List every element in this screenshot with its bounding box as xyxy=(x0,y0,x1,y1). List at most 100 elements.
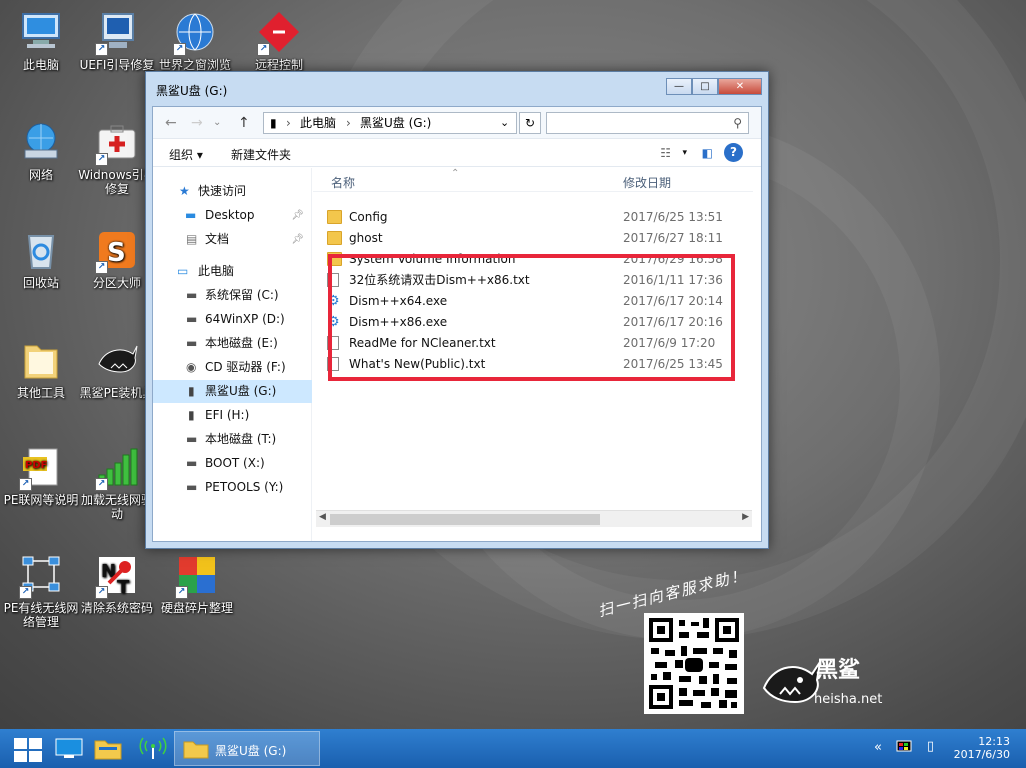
folder-icon xyxy=(327,210,342,224)
close-button[interactable]: ✕ xyxy=(718,78,762,95)
cd-drive-icon: ◉ xyxy=(186,360,197,374)
column-date[interactable]: 修改日期 xyxy=(623,174,671,191)
nav-drive[interactable]: ▬ PETOOLS (Y:) xyxy=(153,476,312,499)
wireless-button[interactable] xyxy=(138,737,168,761)
desktop-icon-clear-password[interactable]: NT ↗ 清除系统密码 xyxy=(76,553,158,615)
usb-drive-icon: ▮ xyxy=(188,384,195,398)
nav-drive[interactable]: ▬ BOOT (X:) xyxy=(153,452,312,475)
nav-drive[interactable]: ▬ 本地磁盘 (E:) xyxy=(153,332,312,355)
desktop-icon-browser[interactable]: ↗ 世界之窗浏览 xyxy=(154,10,236,72)
breadcrumb-current[interactable]: 黑鲨U盘 (G:) xyxy=(360,113,431,133)
view-options-icon[interactable]: ☷ xyxy=(660,146,671,160)
desktop-icon-this-pc[interactable]: 此电脑 xyxy=(0,10,82,72)
folder-icon xyxy=(327,231,342,245)
taskbar-explorer-window[interactable]: 黑鲨U盘 (G:) xyxy=(174,731,320,766)
signal-bars-icon: ↗ xyxy=(95,445,139,491)
shortcut-arrow-icon: ↗ xyxy=(19,478,32,491)
recycle-bin-icon xyxy=(19,228,63,272)
nav-drive-selected[interactable]: ▮ 黑鲨U盘 (G:) xyxy=(153,380,312,403)
brand-site: heisha.net xyxy=(814,692,883,707)
hard-drive-icon: ▬ xyxy=(186,288,198,302)
nav-drive[interactable]: ▬ 系统保留 (C:) xyxy=(153,284,312,307)
folder-icon xyxy=(183,741,209,759)
defrag-cubes-icon: ↗ xyxy=(175,553,219,599)
folder-icon xyxy=(94,740,122,760)
browser-globe-icon: ↗ xyxy=(173,10,217,56)
up-arrow-icon[interactable]: ↑ xyxy=(238,115,250,131)
first-aid-kit-icon: ↗ xyxy=(95,120,139,166)
organize-button[interactable]: 组织 ▾ xyxy=(169,146,203,163)
recent-dropdown-icon[interactable]: ⌄ xyxy=(213,117,221,128)
file-row[interactable]: Config 2017/6/25 13:51 xyxy=(327,207,747,228)
breadcrumb-separator-icon[interactable]: › xyxy=(346,113,351,133)
clock-date: 2017/6/30 xyxy=(953,748,1010,761)
desktop-icon-label: 网络 xyxy=(28,168,53,182)
desktop-icon-recycle-bin[interactable]: 回收站 xyxy=(0,228,82,290)
pin-icon[interactable]: 📌︎ xyxy=(291,228,304,251)
desktop-icon-other-tools[interactable]: 其他工具 xyxy=(0,338,82,400)
breadcrumb-separator-icon[interactable]: › xyxy=(286,113,291,133)
shortcut-arrow-icon: ↗ xyxy=(257,43,270,56)
search-input[interactable]: ⚲ xyxy=(546,112,749,134)
desktop-icon-defrag[interactable]: ↗ 硬盘碎片整理 xyxy=(156,553,238,615)
search-icon: ⚲ xyxy=(733,116,742,130)
show-desktop-button[interactable] xyxy=(54,737,84,759)
key-nt-icon: NT ↗ xyxy=(95,553,139,599)
horizontal-scrollbar[interactable]: ◀ ▶ xyxy=(316,510,752,527)
clock[interactable]: 12:13 2017/6/30 xyxy=(954,735,1010,761)
hard-drive-icon: ▬ xyxy=(186,480,198,494)
scroll-right-icon[interactable]: ▶ xyxy=(742,512,749,522)
desktop-icon-remote-control[interactable]: ↗ 远程控制 xyxy=(238,10,320,72)
desktop-icon-pe-network-manager[interactable]: ↗ PE有线无线网络管理 xyxy=(0,553,82,629)
desktop-icon-uefi-repair[interactable]: ↗ UEFI引导修复 xyxy=(76,10,158,72)
hard-drive-icon: ▬ xyxy=(186,336,198,350)
scroll-left-icon[interactable]: ◀ xyxy=(319,512,326,522)
desktop-icon-label: PE有线无线网络管理 xyxy=(3,601,79,629)
remote-control-icon: ↗ xyxy=(257,10,301,56)
pin-icon[interactable]: 📌︎ xyxy=(291,204,304,227)
shark-icon xyxy=(95,338,139,382)
network-globe-icon xyxy=(19,120,63,164)
view-dropdown-icon[interactable]: ▾ xyxy=(682,148,687,158)
column-header: 名称 ⌃ 修改日期 xyxy=(313,168,753,192)
address-dropdown-icon[interactable]: ⌄ xyxy=(500,113,509,133)
desktop-icon-label: 其他工具 xyxy=(16,386,65,400)
preview-pane-icon[interactable]: ◧ xyxy=(702,146,713,160)
file-row[interactable]: ghost 2017/6/27 18:11 xyxy=(327,228,747,249)
nav-documents[interactable]: ▤ 文档 📌︎ xyxy=(153,228,312,251)
nav-drive[interactable]: ▬ 本地磁盘 (T:) xyxy=(153,428,312,451)
monitor-repair-icon: ↗ xyxy=(95,10,139,56)
title-bar[interactable]: 黑鲨U盘 (G:) — □ ✕ xyxy=(146,72,768,106)
nav-this-pc[interactable]: ▭ 此电脑 xyxy=(153,260,312,283)
file-explorer-button[interactable] xyxy=(93,737,123,761)
minimize-button[interactable]: — xyxy=(666,78,692,95)
nav-desktop[interactable]: ▬ Desktop 📌︎ xyxy=(153,204,312,227)
display-icon[interactable] xyxy=(896,740,912,757)
computer-icon xyxy=(19,10,63,54)
refresh-button[interactable]: ↻ xyxy=(519,112,541,134)
scrollbar-thumb[interactable] xyxy=(330,514,600,525)
address-bar[interactable]: ▮ › 此电脑 › 黑鲨U盘 (G:) ⌄ xyxy=(263,112,517,134)
nav-drive[interactable]: ▬ 64WinXP (D:) xyxy=(153,308,312,331)
refresh-icon: ↻ xyxy=(524,116,536,130)
nav-drive[interactable]: ◉ CD 驱动器 (F:) xyxy=(153,356,312,379)
nav-drive[interactable]: ▮ EFI (H:) xyxy=(153,404,312,427)
desktop-icon-network[interactable]: 网络 xyxy=(0,120,82,182)
forward-arrow-icon[interactable]: → xyxy=(191,115,203,131)
help-button[interactable]: ? xyxy=(724,143,743,162)
monitor-icon xyxy=(55,738,83,758)
usb-device-icon[interactable]: ▯ xyxy=(927,739,934,754)
new-folder-button[interactable]: 新建文件夹 xyxy=(231,146,291,163)
nav-quick-access[interactable]: ★ 快速访问 xyxy=(153,180,312,203)
shortcut-arrow-icon: ↗ xyxy=(19,586,32,599)
back-arrow-icon[interactable]: ← xyxy=(165,115,177,131)
network-topology-icon: ↗ xyxy=(19,553,63,599)
column-name[interactable]: 名称 xyxy=(331,174,355,191)
clock-time: 12:13 xyxy=(978,735,1010,748)
desktop-icon-pe-network-doc[interactable]: PDF ↗ PE联网等说明 xyxy=(0,445,82,507)
hard-drive-icon: ▬ xyxy=(186,312,198,326)
breadcrumb-this-pc[interactable]: 此电脑 xyxy=(300,113,336,133)
chevron-left-icon[interactable]: « xyxy=(874,740,882,755)
maximize-button[interactable]: □ xyxy=(692,78,718,95)
start-button[interactable] xyxy=(10,736,42,766)
